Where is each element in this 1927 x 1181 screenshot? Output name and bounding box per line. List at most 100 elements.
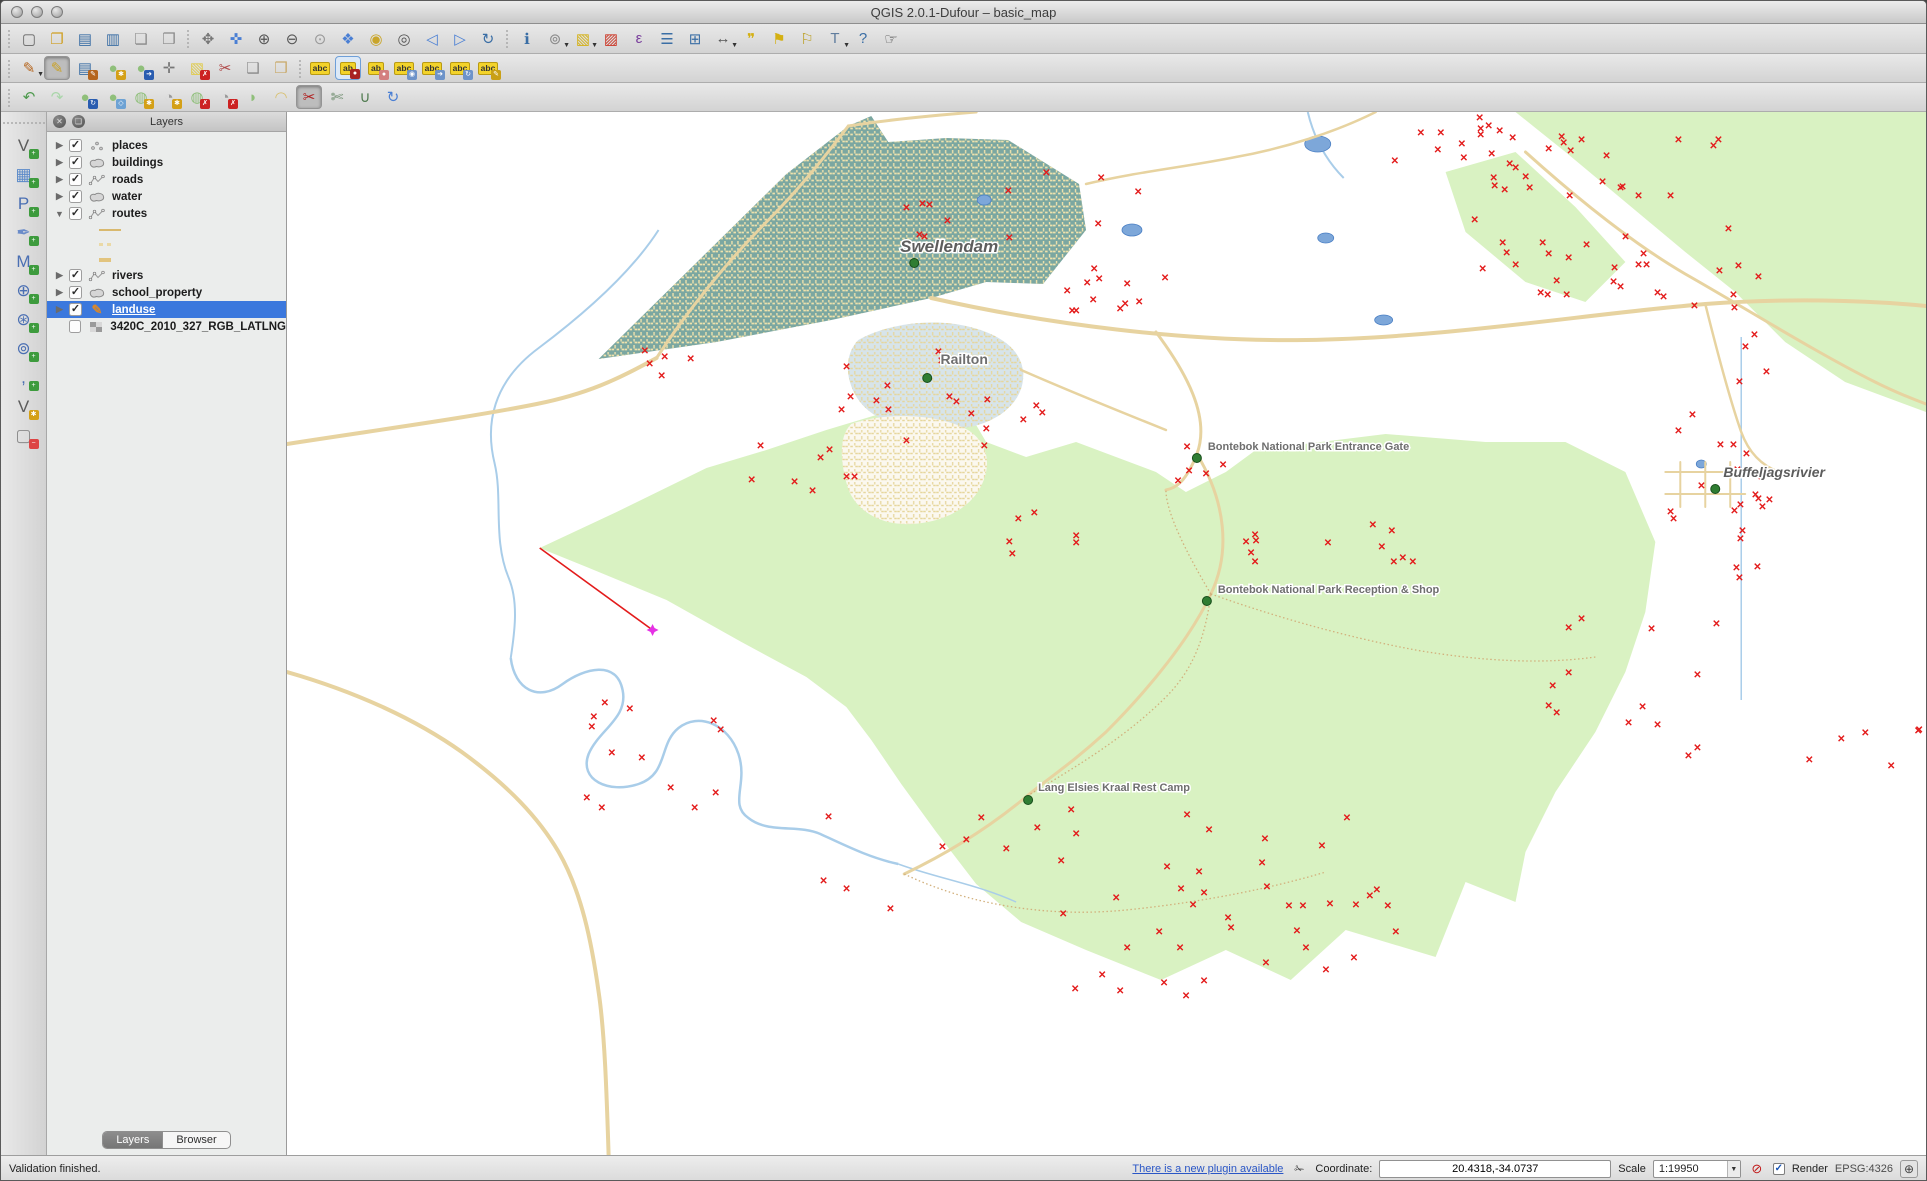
help-icon[interactable]: ? <box>850 27 876 51</box>
layer-visibility-checkbox[interactable]: ✓ <box>69 269 82 282</box>
layer-visibility-checkbox[interactable]: ✓ <box>69 207 82 220</box>
whats-this-icon[interactable]: ☞ <box>878 27 904 51</box>
toolbar-handle[interactable] <box>6 58 13 78</box>
undo-icon[interactable]: ↶ <box>16 85 42 109</box>
open-project-icon[interactable]: ❐ <box>44 27 70 51</box>
layer-visibility-checkbox[interactable]: ✓ <box>69 156 82 169</box>
layer-item-landuse[interactable]: ▶✓✎landuse <box>47 301 286 318</box>
move-label-icon[interactable]: abc➜ <box>419 56 445 80</box>
scale-dropdown-icon[interactable]: ▼ <box>1727 1161 1740 1177</box>
add-part-icon[interactable]: ◔✱ <box>156 85 182 109</box>
add-wcs-layer-icon[interactable]: ⊛+ <box>9 306 39 333</box>
render-checkbox[interactable]: ✓ <box>1773 1163 1785 1175</box>
simplify-feature-icon[interactable]: ●◇ <box>100 85 126 109</box>
measure-icon[interactable]: ↔▼ <box>710 27 736 51</box>
toggle-editing-icon[interactable]: ✎ <box>44 56 70 80</box>
highlight-pinned-labels-icon[interactable]: ab● <box>363 56 389 80</box>
labeling-options-icon[interactable]: abc <box>307 56 333 80</box>
move-feature-icon[interactable]: ●➜ <box>128 56 154 80</box>
add-vector-layer-icon[interactable]: V+ <box>9 132 39 159</box>
new-project-icon[interactable]: ▢ <box>16 27 42 51</box>
refresh-map-icon[interactable]: ↻ <box>475 27 501 51</box>
layer-item-places[interactable]: ▶✓places <box>47 137 286 154</box>
rotate-label-icon[interactable]: abc↻ <box>447 56 473 80</box>
expand-arrow-icon[interactable]: ▶ <box>54 140 65 151</box>
delete-ring-icon[interactable]: ◍✗ <box>184 85 210 109</box>
copy-features-icon[interactable]: ❑ <box>240 56 266 80</box>
expand-arrow-icon[interactable]: ▼ <box>54 209 65 219</box>
layer-item-routes[interactable]: ▼✓routes <box>47 205 286 222</box>
new-print-composer-icon[interactable]: ❏ <box>128 27 154 51</box>
node-tool-icon[interactable]: ✛ <box>156 56 182 80</box>
layer-visibility-checkbox[interactable]: ✓ <box>69 303 82 316</box>
merge-features-icon[interactable]: ∪ <box>352 85 378 109</box>
add-ring-icon[interactable]: ◍✱ <box>128 85 154 109</box>
layer-visibility-checkbox[interactable]: ✓ <box>69 190 82 203</box>
delete-selected-icon[interactable]: ▧✗ <box>184 56 210 80</box>
add-raster-layer-icon[interactable]: ▦+ <box>9 161 39 188</box>
zoom-last-icon[interactable]: ◁ <box>419 27 445 51</box>
zoom-to-selection-icon[interactable]: ◉ <box>363 27 389 51</box>
new-plugin-link[interactable]: There is a new plugin available <box>1132 1163 1283 1175</box>
split-features-icon[interactable]: ✂ <box>296 85 322 109</box>
expand-arrow-icon[interactable]: ▶ <box>54 174 65 185</box>
zoom-native-icon[interactable]: ⊙ <box>307 27 333 51</box>
rotate-point-symbols-icon[interactable]: ↻ <box>380 85 406 109</box>
select-by-expression-icon[interactable]: ε <box>626 27 652 51</box>
save-project-as-icon[interactable]: ▥ <box>100 27 126 51</box>
add-mssql-layer-icon[interactable]: M+ <box>9 248 39 275</box>
crs-selector-icon[interactable]: ⊕ <box>1900 1160 1918 1178</box>
layer-item-buildings[interactable]: ▶✓buildings <box>47 154 286 171</box>
remove-layer-icon[interactable]: ▢− <box>9 422 39 449</box>
split-parts-icon[interactable]: ✄ <box>324 85 350 109</box>
layer-item-water[interactable]: ▶✓water <box>47 188 286 205</box>
toolbar-handle[interactable] <box>504 28 511 49</box>
redo-icon[interactable]: ↷ <box>44 85 70 109</box>
layer-item-school_property[interactable]: ▶✓school_property <box>47 284 286 301</box>
show-hide-labels-icon[interactable]: abc◉ <box>391 56 417 80</box>
reshape-features-icon[interactable]: ◗ <box>240 85 266 109</box>
rotate-feature-icon[interactable]: ●↻ <box>72 85 98 109</box>
add-wms-layer-icon[interactable]: ⊕+ <box>9 277 39 304</box>
plugin-icon[interactable]: ✁ <box>1290 1161 1308 1177</box>
add-wfs-layer-icon[interactable]: ⊚+ <box>9 335 39 362</box>
expand-arrow-icon[interactable]: ▶ <box>54 191 65 202</box>
save-project-icon[interactable]: ▤ <box>72 27 98 51</box>
layer-item-roads[interactable]: ▶✓roads <box>47 171 286 188</box>
text-annotation-icon[interactable]: T▼ <box>822 27 848 51</box>
add-delimited-text-layer-icon[interactable]: ,+ <box>9 364 39 391</box>
current-edits-icon[interactable]: ✎▼ <box>16 56 42 80</box>
expand-arrow-icon[interactable]: ▶ <box>54 270 65 281</box>
zoom-next-icon[interactable]: ▷ <box>447 27 473 51</box>
identify-features-icon[interactable]: ℹ <box>514 27 540 51</box>
attribute-table-icon[interactable]: ☰ <box>654 27 680 51</box>
select-features-icon[interactable]: ▧▼ <box>570 27 596 51</box>
layer-item-rivers[interactable]: ▶✓rivers <box>47 267 286 284</box>
toolbar-handle[interactable] <box>6 87 13 107</box>
composer-manager-icon[interactable]: ❒ <box>156 27 182 51</box>
tab-browser[interactable]: Browser <box>162 1132 229 1148</box>
map-svg[interactable]: ✕✕✕✕✕✕✕✕✕✕✕✕✕✕✕✕✕✕✕✕✕✕✕✕✕✕✕✕✕✕✕✕✕✕✕✕✕✕✕✕… <box>287 112 1926 1155</box>
layer-visibility-checkbox[interactable]: ✓ <box>69 173 82 186</box>
add-postgis-layer-icon[interactable]: P+ <box>9 190 39 217</box>
toolbar-handle[interactable] <box>297 58 304 78</box>
change-label-icon[interactable]: abc✎ <box>475 56 501 80</box>
layer-visibility-checkbox[interactable]: ✓ <box>69 286 82 299</box>
run-feature-action-icon[interactable]: ⊚▼ <box>542 27 568 51</box>
add-spatialite-layer-icon[interactable]: ✒+ <box>9 219 39 246</box>
tab-layers[interactable]: Layers <box>103 1132 162 1148</box>
show-bookmarks-icon[interactable]: ⚐ <box>794 27 820 51</box>
map-canvas[interactable]: ✕✕✕✕✕✕✕✕✕✕✕✕✕✕✕✕✕✕✕✕✕✕✕✕✕✕✕✕✕✕✕✕✕✕✕✕✕✕✕✕… <box>287 112 1926 1155</box>
toolbar-handle[interactable] <box>6 28 13 49</box>
delete-part-icon[interactable]: ◔✗ <box>212 85 238 109</box>
cut-features-icon[interactable]: ✂ <box>212 56 238 80</box>
new-shapefile-layer-icon[interactable]: V▼✱ <box>9 393 39 420</box>
field-calculator-icon[interactable]: ⊞ <box>682 27 708 51</box>
zoom-full-icon[interactable]: ❖ <box>335 27 361 51</box>
stop-render-icon[interactable]: ⊘ <box>1748 1161 1766 1177</box>
layer-visibility-checkbox[interactable] <box>69 320 82 333</box>
pin-unpin-labels-icon[interactable]: ab● <box>335 56 361 80</box>
expand-arrow-icon[interactable]: ▶ <box>54 304 65 315</box>
expand-arrow-icon[interactable]: ▶ <box>54 157 65 168</box>
pan-to-selection-icon[interactable]: ✜ <box>223 27 249 51</box>
